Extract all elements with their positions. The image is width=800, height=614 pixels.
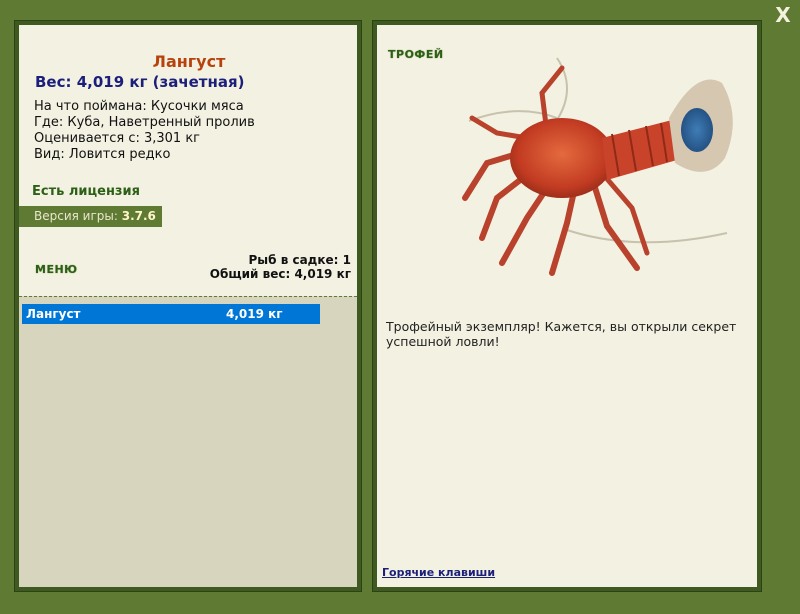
fish-weight: Вес: 4,019 кг (зачетная) — [35, 73, 245, 91]
version-value: 3.7.6 — [121, 209, 156, 223]
keepnet-list: Лангуст 4,019 кг — [19, 296, 357, 587]
keepnet-row-name: Лангуст — [26, 307, 81, 321]
license-status: Есть лицензия — [32, 184, 140, 199]
fish-name: Лангуст — [152, 52, 226, 71]
close-button[interactable]: X — [772, 4, 794, 26]
bait-info: На что поймана: Кусочки мяса — [34, 99, 244, 114]
version-label: Версия игры: — [34, 209, 118, 223]
trophy-message: Трофейный экземпляр! Кажется, вы открыли… — [386, 319, 737, 349]
fish-count: Рыб в садке: 1 — [248, 253, 352, 267]
location-info: Где: Куба, Наветренный пролив — [34, 115, 255, 130]
valuation-info: Оценивается с: 3,301 кг — [34, 131, 201, 146]
catch-info-panel: Лангуст Вес: 4,019 кг (зачетная) На что … — [14, 20, 362, 592]
menu-button[interactable]: МЕНЮ — [35, 263, 78, 276]
trophy-panel: ТРОФЕЙ Трофейный экземпляр! Кажется, вы … — [372, 20, 762, 592]
keepnet-row[interactable]: Лангуст 4,019 кг — [22, 304, 320, 324]
total-weight: Общий вес: 4,019 кг — [209, 267, 351, 281]
game-version-bar: Версия игры: 3.7.6 — [19, 206, 162, 227]
keepnet-stats: Рыб в садке: 1 Общий вес: 4,019 кг — [210, 253, 351, 281]
species-info: Вид: Ловится редко — [34, 147, 171, 162]
keepnet-row-weight: 4,019 кг — [226, 307, 283, 321]
catch-info-content: Лангуст Вес: 4,019 кг (зачетная) На что … — [19, 25, 357, 587]
hotkeys-link[interactable]: Горячие клавиши — [382, 566, 495, 579]
lobster-picture — [462, 57, 733, 276]
trophy-content: ТРОФЕЙ Трофейный экземпляр! Кажется, вы … — [377, 25, 757, 587]
